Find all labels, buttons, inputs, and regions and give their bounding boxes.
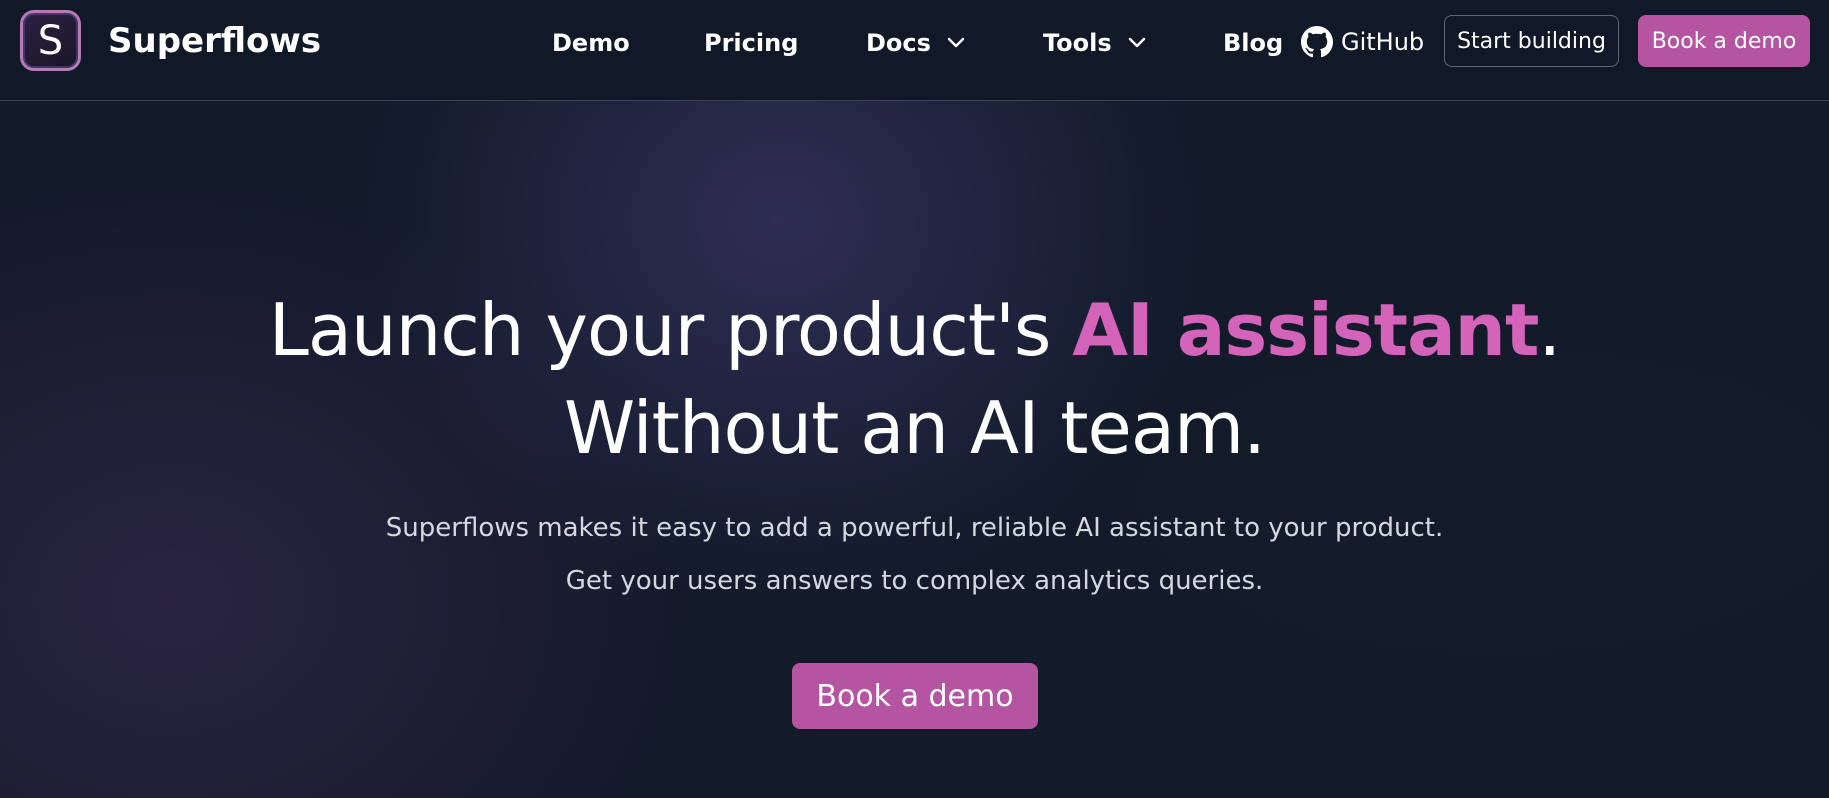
book-demo-hero-button[interactable]: Book a demo (792, 663, 1038, 729)
headline-accent: AI assistant (1072, 288, 1539, 372)
github-label: GitHub (1341, 28, 1425, 56)
landing-page: S Superflows Demo Pricing Docs Tools Blo… (0, 0, 1829, 798)
brand-name: Superflows (108, 20, 322, 61)
hero-section: Launch your product's AI assistant. Witho… (0, 101, 1829, 798)
start-building-button[interactable]: Start building (1444, 15, 1619, 67)
hero-subtitle-line-2: Get your users answers to complex analyt… (565, 566, 1264, 596)
nav-tools-label: Tools (1043, 29, 1112, 57)
nav-docs-dropdown[interactable]: Docs (866, 26, 965, 60)
brand-link[interactable]: S Superflows (20, 8, 321, 73)
nav-pricing-link[interactable]: Pricing (704, 26, 798, 60)
github-link[interactable]: GitHub (1301, 22, 1424, 62)
nav-blog-label: Blog (1223, 29, 1284, 57)
logo-icon: S (20, 10, 81, 71)
headline-line-2: Without an AI team. (564, 386, 1266, 470)
nav-tools-dropdown[interactable]: Tools (1043, 26, 1146, 60)
book-demo-nav-button[interactable]: Book a demo (1638, 15, 1810, 67)
chevron-down-icon (947, 37, 965, 48)
headline-period: . (1538, 288, 1561, 372)
headline-text: Launch your product's (268, 288, 1073, 372)
nav-demo-label: Demo (552, 29, 630, 57)
nav-docs-label: Docs (866, 29, 931, 57)
navbar: S Superflows Demo Pricing Docs Tools Blo… (0, 0, 1829, 101)
chevron-down-icon (1128, 37, 1145, 48)
hero-headline: Launch your product's AI assistant. Witho… (0, 281, 1829, 477)
github-icon (1301, 26, 1333, 58)
nav-demo-link[interactable]: Demo (552, 26, 630, 60)
hero-subtitle-line-1: Superflows makes it easy to add a powerf… (385, 513, 1444, 543)
nav-pricing-label: Pricing (704, 29, 799, 57)
nav-blog-link[interactable]: Blog (1223, 26, 1283, 60)
